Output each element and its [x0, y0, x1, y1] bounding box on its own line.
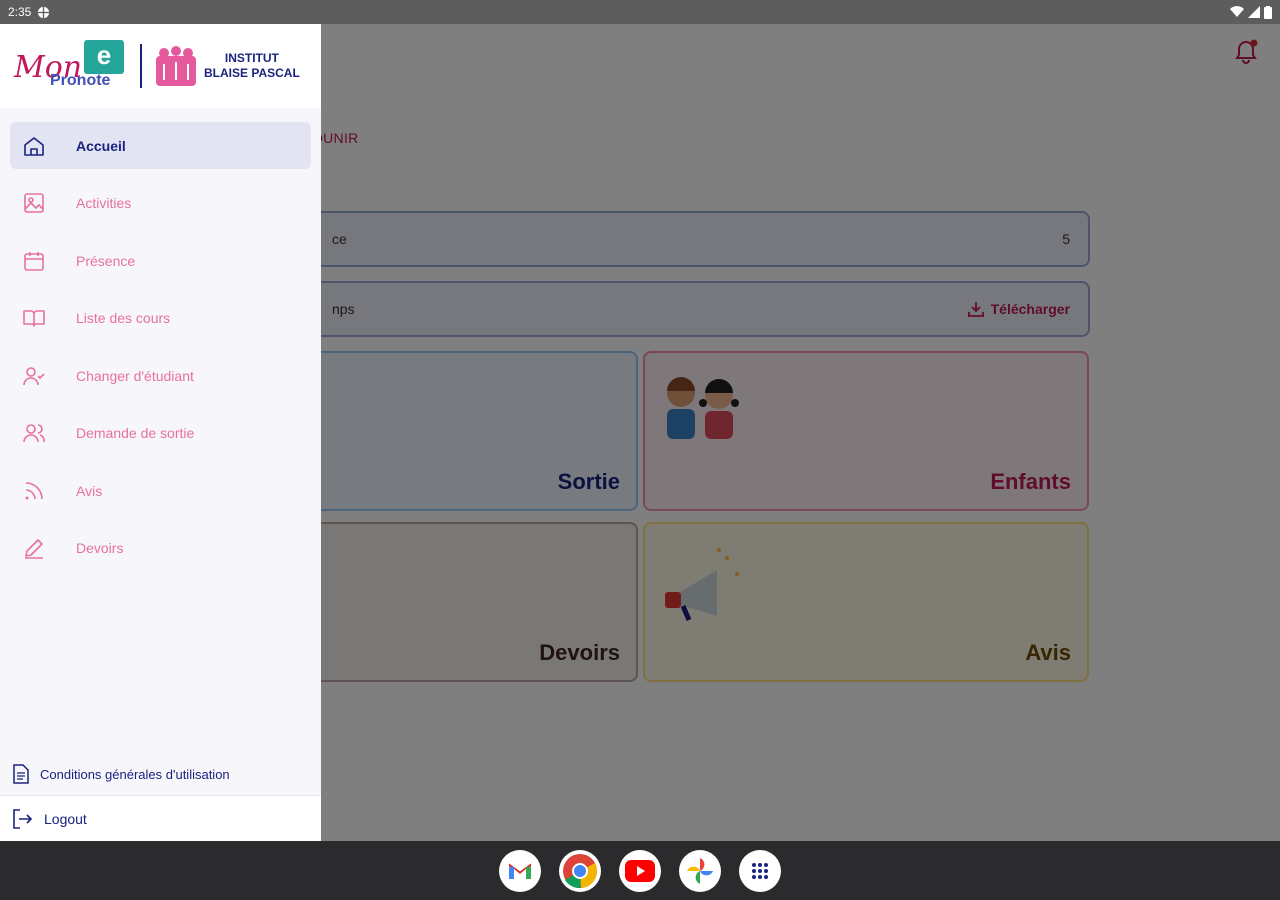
terms-label: Conditions générales d'utilisation [40, 766, 230, 782]
vpn-globe-icon [38, 6, 50, 18]
drawer-header: Mon e Pronote INSTITUT BLAISE PASCAL [0, 24, 321, 108]
institute-emblem-icon [156, 46, 196, 86]
gmail-icon[interactable] [499, 849, 541, 892]
wifi-icon [1230, 6, 1244, 18]
calendar-icon [24, 251, 44, 271]
pencil-icon [25, 539, 43, 559]
battery-icon [1264, 5, 1272, 19]
nav-item-liste-des-cours[interactable]: Liste des cours [10, 295, 311, 342]
nav-label-avis: Avis [76, 482, 103, 499]
rss-icon [25, 481, 43, 499]
signal-icon [1248, 6, 1260, 18]
institute-line1: INSTITUT [224, 51, 279, 65]
nav-label-accueil: Accueil [76, 137, 126, 154]
app-drawer-icon[interactable] [739, 849, 781, 892]
status-time: 2:35 [8, 5, 32, 19]
mon-pronote-logo: Mon e Pronote [12, 38, 128, 94]
document-icon [13, 764, 29, 784]
nav-label-demande-de-sortie: Demande de sortie [76, 425, 195, 441]
drawer-footer: Conditions générales d'utilisation Logou… [0, 753, 321, 841]
users-icon [23, 424, 45, 443]
status-bar: 2:35 [0, 0, 1280, 24]
nav-item-devoirs[interactable]: Devoirs [10, 525, 311, 572]
navigation-drawer: Mon e Pronote INSTITUT BLAISE PASCAL Acc… [0, 24, 321, 841]
nav-label-activities: Activities [76, 195, 132, 211]
nav-item-presence[interactable]: Présence [10, 237, 311, 284]
institute-logo: INSTITUT BLAISE PASCAL [154, 44, 300, 88]
logout-button[interactable]: Logout [0, 795, 321, 841]
taskbar [0, 841, 1280, 900]
user-check-icon [23, 366, 45, 385]
nav-label-presence: Présence [76, 252, 136, 269]
logo-pronote-text: Pronote [50, 72, 111, 89]
nav-item-activities[interactable]: Activities [10, 180, 311, 227]
nav-item-demande-de-sortie[interactable]: Demande de sortie [10, 410, 311, 457]
logout-icon [13, 808, 33, 829]
logout-label: Logout [44, 810, 87, 827]
home-icon [24, 136, 44, 156]
institute-line2: BLAISE PASCAL [204, 66, 300, 80]
youtube-icon[interactable] [619, 849, 661, 892]
logo-divider [140, 44, 142, 88]
nav-label-liste-des-cours: Liste des cours [76, 310, 171, 326]
image-icon [24, 193, 44, 213]
nav-item-changer-etudiant[interactable]: Changer d'étudiant [10, 352, 311, 399]
nav-item-accueil[interactable]: Accueil [10, 122, 311, 169]
photos-icon[interactable] [679, 849, 721, 892]
nav-label-changer-etudiant: Changer d'étudiant [76, 367, 194, 384]
nav-label-devoirs: Devoirs [76, 540, 124, 556]
chrome-icon[interactable] [559, 849, 601, 892]
drawer-nav: Accueil Activities Présence Liste des co… [0, 108, 321, 572]
logo-e-box: e [84, 40, 124, 74]
nav-item-avis[interactable]: Avis [10, 467, 311, 514]
terms-link[interactable]: Conditions générales d'utilisation [0, 753, 321, 795]
book-icon [23, 310, 45, 327]
